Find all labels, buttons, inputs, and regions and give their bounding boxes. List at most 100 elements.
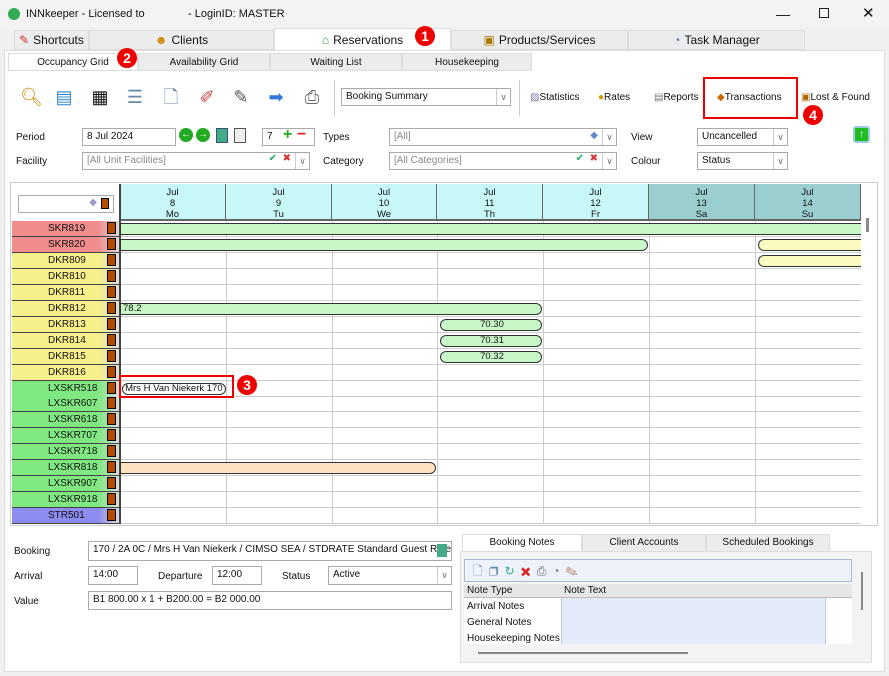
trash-icon[interactable] [107,413,116,426]
minimize-button[interactable]: — [776,6,790,22]
calendar-icon[interactable] [234,128,246,143]
column-note-text[interactable]: Note Text [564,585,606,596]
day-header[interactable]: Jul 8 Mo [120,184,226,221]
maximize-button[interactable] [819,8,829,18]
tab-scheduled-bookings[interactable]: Scheduled Bookings [706,534,830,552]
lost-found-button[interactable]: ▣Lost & Found [801,92,870,103]
subtab-waiting-list[interactable]: Waiting List [270,53,402,71]
booking-bar[interactable] [120,223,861,235]
grid-row[interactable] [120,412,861,429]
chevron-down-icon[interactable]: ∨ [602,129,616,145]
vertical-scrollbar[interactable] [866,218,869,232]
grid-row[interactable] [120,269,861,285]
reports-button[interactable]: ▤Reports [654,92,698,103]
note-row[interactable]: Arrival Notes [467,601,524,612]
trash-icon[interactable] [107,365,116,378]
refresh-icon[interactable] [437,544,447,557]
room-label[interactable]: DKR809 [12,252,120,269]
trash-icon[interactable] [107,381,116,394]
trash-icon[interactable] [107,317,116,330]
horizontal-scrollbar[interactable] [478,652,688,654]
trash-icon[interactable] [107,285,116,298]
tag-icon[interactable]: ✎ [566,564,584,578]
printer-icon[interactable]: ⎙ [301,86,323,108]
period-input[interactable]: 8 Jul 2024 [82,128,176,146]
next-period-icon[interactable]: → [196,128,210,142]
room-label[interactable]: STR501 [12,508,120,525]
arrow-right-icon[interactable]: ➡ [265,86,287,108]
day-header[interactable]: Jul 13 Sa [649,184,755,221]
chevron-down-icon[interactable]: ∨ [773,129,787,145]
collapse-up-button[interactable]: ↑ [853,126,870,143]
report-select[interactable]: Booking Summary ∨ [341,88,511,106]
statistics-button[interactable]: ▨Statistics [530,92,579,103]
grid-row[interactable] [120,508,861,525]
day-header[interactable]: Jul 14 Su [755,184,861,221]
trash-icon[interactable] [107,222,116,234]
chevron-down-icon[interactable]: ∨ [773,153,787,169]
grid-row[interactable] [120,253,861,269]
subtab-housekeeping[interactable]: Housekeeping [402,53,532,71]
booking-bar[interactable]: 70.31 [440,334,542,347]
grid-row[interactable] [120,476,861,493]
day-header[interactable]: Jul 9 Tu [226,184,332,221]
day-header[interactable]: Jul 10 We [332,184,437,221]
day-header[interactable]: Jul 12 Fr [543,184,649,221]
tab-shortcuts[interactable]: ✎ Shortcuts [14,30,89,50]
magic-wand-icon[interactable]: ✐ [196,86,218,108]
room-label[interactable]: DKR816 [12,364,120,381]
qr-code-icon[interactable]: ▦ [89,86,111,108]
close-button[interactable]: ✕ [862,4,875,22]
prev-period-icon[interactable]: ← [179,128,193,142]
facility-select[interactable]: [All Unit Facilities] ✔ ✖ ∨ [82,152,310,170]
trash-icon[interactable] [107,253,116,266]
plus-icon[interactable]: + [283,129,292,144]
trash-icon[interactable] [107,269,116,282]
column-note-type[interactable]: Note Type [467,585,512,596]
trash-icon[interactable] [107,349,116,362]
trash-icon[interactable] [101,198,109,209]
client-card-icon[interactable]: ▤ [53,86,75,108]
arrival-input[interactable]: 14:00 [88,566,138,585]
minus-icon[interactable]: − [297,129,306,144]
room-label[interactable]: DKR813 [12,316,120,333]
room-label[interactable]: LXSKR618 [12,412,120,429]
tab-clients[interactable]: ☻ Clients [89,30,274,50]
list-icon[interactable]: ☰ [124,86,146,108]
room-label[interactable]: SKR819 [12,221,120,237]
trash-icon[interactable] [107,429,116,442]
grid-row[interactable] [120,444,861,461]
status-select[interactable]: Active ∨ [328,566,452,585]
delete-icon[interactable]: ✖ [521,564,537,578]
trash-icon[interactable] [107,333,116,346]
room-label[interactable]: LXSKR918 [12,492,120,509]
new-document-icon[interactable]: 🗋 [160,86,182,108]
room-label[interactable]: DKR815 [12,348,120,365]
check-icon[interactable]: ✔ [269,153,277,164]
grid-row[interactable] [120,285,861,301]
days-input[interactable]: 7 + − [262,128,315,146]
chevron-down-icon[interactable]: ∨ [602,153,616,169]
room-label[interactable]: LXSKR518 [12,380,120,397]
search-icon[interactable]: 🔍︎ [20,86,43,108]
trash-icon[interactable] [107,477,116,490]
departure-input[interactable]: 12:00 [212,566,262,585]
room-label[interactable]: LXSKR718 [12,444,120,461]
booking-bar[interactable]: 70.30 [440,318,542,331]
grid-row[interactable] [120,492,861,509]
room-label[interactable]: LXSKR818 [12,460,120,477]
trash-icon[interactable] [107,461,116,474]
trash-icon[interactable] [107,301,116,314]
chevron-down-icon[interactable]: ∨ [437,567,451,583]
room-label[interactable]: DKR811 [12,284,120,301]
chevron-down-icon[interactable]: ∨ [295,153,309,169]
tab-client-accounts[interactable]: Client Accounts [582,534,706,552]
trash-icon[interactable] [107,493,116,506]
trash-icon[interactable] [107,445,116,458]
booking-bar[interactable] [758,254,861,267]
room-label[interactable]: LXSKR907 [12,476,120,493]
grid-row[interactable] [120,396,861,413]
tab-products-services[interactable]: ▣ Products/Services [451,30,628,50]
view-select[interactable]: Uncancelled ∨ [697,128,788,146]
copy-icon[interactable]: ❐ [489,564,505,578]
